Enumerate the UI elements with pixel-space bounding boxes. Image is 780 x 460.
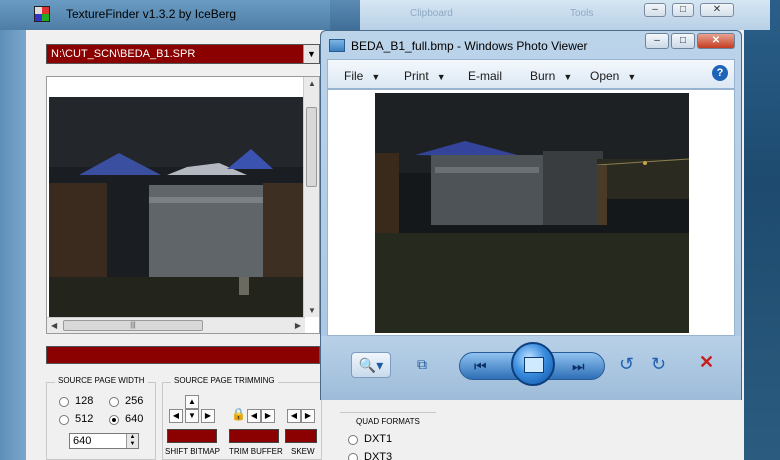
spinner-arrows-icon[interactable]: ▲ ▼ bbox=[126, 434, 138, 448]
lock-icon: 🔒 bbox=[231, 407, 246, 421]
radio-width-128[interactable] bbox=[59, 397, 69, 407]
source-page-trimming-group: SOURCE PAGE TRIMMING ▲ ◀ ▼ ▶ 🔒 ◀ ▶ ◀ ▶ S… bbox=[162, 376, 322, 460]
delete-icon[interactable]: ✕ bbox=[699, 352, 714, 373]
texture-preview: ▲ ▼ ◀ ||| ▶ bbox=[46, 76, 320, 334]
trim-buffer-value[interactable] bbox=[229, 429, 279, 443]
source-page-width-title: SOURCE PAGE WIDTH bbox=[55, 376, 148, 385]
shift-up-button[interactable]: ▲ bbox=[185, 395, 199, 409]
label-dxt3: DXT3 bbox=[364, 451, 393, 460]
rotate-left-icon[interactable]: ↺ bbox=[619, 354, 634, 375]
width-spinner[interactable]: 640 ▲ ▼ bbox=[69, 433, 139, 449]
source-page-trimming-title: SOURCE PAGE TRIMMING bbox=[171, 376, 278, 385]
photo-viewer-app-icon bbox=[329, 39, 345, 52]
minimize-button[interactable]: – bbox=[645, 33, 669, 49]
trim-right-button[interactable]: ▶ bbox=[261, 409, 275, 423]
scroll-left-icon[interactable]: ◀ bbox=[51, 321, 57, 330]
window-controls: – □ ✕ bbox=[645, 33, 735, 51]
shift-bitmap-label: SHIFT BITMAP bbox=[165, 447, 220, 456]
file-path-combobox[interactable]: N:\CUT_SCN\BEDA_B1.SPR ▼ bbox=[46, 44, 320, 64]
help-icon[interactable]: ? bbox=[712, 65, 728, 81]
label-width-256: 256 bbox=[125, 395, 144, 407]
source-page-width-group: SOURCE PAGE WIDTH 128 256 512 640 640 ▲ ▼ bbox=[46, 376, 156, 460]
menu-print[interactable]: Print ▼ bbox=[404, 69, 446, 83]
quad-formats-title: QUAD FORMATS bbox=[356, 417, 420, 426]
chevron-down-icon: ▼ bbox=[563, 72, 573, 82]
horizontal-scroll-thumb[interactable]: ||| bbox=[63, 320, 203, 331]
maximize-button[interactable]: □ bbox=[672, 3, 694, 17]
menu-file[interactable]: File ▼ bbox=[344, 69, 380, 83]
photo-viewer-title: BEDA_B1_full.bmp - Windows Photo Viewer bbox=[351, 39, 588, 53]
window-title: TextureFinder v1.3.2 by IceBerg bbox=[66, 7, 237, 21]
ghost-text-clipboard: Clipboard bbox=[410, 8, 453, 19]
label-width-512: 512 bbox=[75, 413, 94, 425]
menu-burn[interactable]: Burn ▼ bbox=[530, 69, 572, 83]
shift-bitmap-value[interactable] bbox=[167, 429, 217, 443]
next-icon[interactable]: ⏭ bbox=[572, 358, 585, 375]
shift-down-button[interactable]: ▼ bbox=[185, 409, 199, 423]
photo-viewer-menubar: File ▼ Print ▼ E-mail Burn ▼ Open ▼ ? bbox=[327, 59, 735, 89]
titlebar-ghost-area: Clipboard Tools – □ ✕ bbox=[360, 0, 770, 30]
label-width-128: 128 bbox=[75, 395, 94, 407]
menu-open[interactable]: Open ▼ bbox=[590, 69, 636, 83]
radio-width-640[interactable] bbox=[109, 415, 119, 425]
scroll-up-icon[interactable]: ▲ bbox=[308, 79, 316, 88]
radio-width-512[interactable] bbox=[59, 415, 69, 425]
menu-email[interactable]: E-mail bbox=[468, 69, 502, 83]
ghost-text-tools: Tools bbox=[570, 8, 594, 19]
skew-label: SKEW bbox=[291, 447, 315, 456]
label-width-640: 640 bbox=[125, 413, 144, 425]
fit-icon[interactable]: ⧉ bbox=[407, 352, 437, 378]
maximize-button[interactable]: □ bbox=[671, 33, 695, 49]
scroll-right-icon[interactable]: ▶ bbox=[295, 321, 301, 330]
previous-icon[interactable]: ⏮ bbox=[474, 358, 487, 375]
preview-vertical-scrollbar[interactable]: ▲ ▼ bbox=[303, 77, 319, 317]
radio-dxt1[interactable] bbox=[348, 435, 358, 445]
radio-width-256[interactable] bbox=[109, 397, 119, 407]
slideshow-icon[interactable] bbox=[511, 342, 555, 386]
photo-viewer-window: BEDA_B1_full.bmp - Windows Photo Viewer … bbox=[320, 30, 742, 400]
skew-right-button[interactable]: ▶ bbox=[301, 409, 315, 423]
photo-display-area bbox=[327, 89, 735, 336]
minimize-button[interactable]: – bbox=[644, 3, 666, 17]
chevron-down-icon: ▼ bbox=[436, 72, 446, 82]
shift-right-button[interactable]: ▶ bbox=[201, 409, 215, 423]
preview-horizontal-scrollbar[interactable]: ◀ ||| ▶ bbox=[47, 317, 305, 333]
file-path-value: N:\CUT_SCN\BEDA_B1.SPR bbox=[51, 48, 196, 60]
status-bar bbox=[46, 346, 320, 364]
close-button[interactable]: ✕ bbox=[700, 3, 734, 17]
rotate-right-icon[interactable]: ↻ bbox=[651, 354, 666, 375]
shift-left-button[interactable]: ◀ bbox=[169, 409, 183, 423]
radio-dxt3[interactable] bbox=[348, 453, 358, 460]
texturefinder-titlebar[interactable]: Clipboard Tools – □ ✕ TextureFinder v1.3… bbox=[0, 0, 770, 30]
chevron-down-icon[interactable]: ▼ bbox=[303, 45, 319, 63]
quad-formats-group: QUAD FORMATS DXT1 DXT3 bbox=[340, 412, 436, 460]
vertical-scroll-thumb[interactable] bbox=[306, 107, 317, 187]
chevron-down-icon: ▼ bbox=[371, 72, 381, 82]
width-spinner-value: 640 bbox=[73, 435, 92, 447]
app-icon bbox=[34, 6, 50, 22]
chevron-down-icon: ▼ bbox=[627, 72, 637, 82]
close-button[interactable]: ✕ bbox=[697, 33, 735, 49]
skew-value[interactable] bbox=[285, 429, 317, 443]
texture-preview-image bbox=[49, 97, 305, 319]
scroll-down-icon[interactable]: ▼ bbox=[308, 306, 316, 315]
photo-image bbox=[375, 93, 689, 333]
skew-left-button[interactable]: ◀ bbox=[287, 409, 301, 423]
zoom-icon[interactable]: 🔍▾ bbox=[351, 352, 391, 378]
trim-buffer-label: TRIM BUFFER bbox=[229, 447, 283, 456]
label-dxt1: DXT1 bbox=[364, 433, 393, 445]
photo-viewer-toolbar: 🔍▾ ⧉ ⏮ ⏭ ↺ ↻ ✕ bbox=[321, 336, 741, 400]
trim-left-button[interactable]: ◀ bbox=[247, 409, 261, 423]
window-left-border bbox=[0, 30, 26, 460]
